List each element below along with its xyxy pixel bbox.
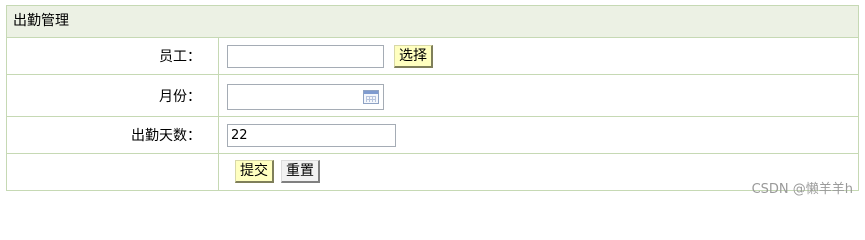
watermark: CSDN @懒羊羊h bbox=[751, 182, 853, 197]
reset-button[interactable]: 重置 bbox=[281, 160, 320, 183]
attendance-days-row: 出勤天数： bbox=[7, 117, 858, 154]
panel-title: 出勤管理 bbox=[7, 6, 858, 38]
select-employee-button[interactable]: 选择 bbox=[394, 45, 433, 68]
month-input[interactable] bbox=[227, 84, 384, 110]
month-label: 月份： bbox=[159, 88, 201, 105]
attendance-days-input[interactable] bbox=[227, 124, 396, 147]
month-label-cell: 月份： bbox=[7, 75, 219, 116]
calendar-icon[interactable] bbox=[363, 90, 379, 104]
actions-row: 提交 重置 bbox=[7, 154, 858, 190]
employee-row: 员工： 选择 bbox=[7, 38, 858, 75]
attendance-days-field-cell bbox=[219, 117, 858, 153]
attendance-days-label: 出勤天数： bbox=[131, 128, 201, 144]
submit-button[interactable]: 提交 bbox=[235, 160, 274, 183]
month-row: 月份： bbox=[7, 75, 858, 117]
employee-field-cell: 选择 bbox=[219, 38, 858, 74]
employee-label: 员工： bbox=[159, 49, 201, 65]
actions-label-cell bbox=[7, 154, 219, 190]
employee-input[interactable] bbox=[227, 45, 384, 68]
employee-label-cell: 员工： bbox=[7, 38, 219, 74]
attendance-form-panel: 出勤管理 员工： 选择 月份： 出勤天数： 提交 重置 bbox=[6, 5, 859, 191]
month-field-cell bbox=[219, 75, 858, 116]
attendance-days-label-cell: 出勤天数： bbox=[7, 117, 219, 153]
